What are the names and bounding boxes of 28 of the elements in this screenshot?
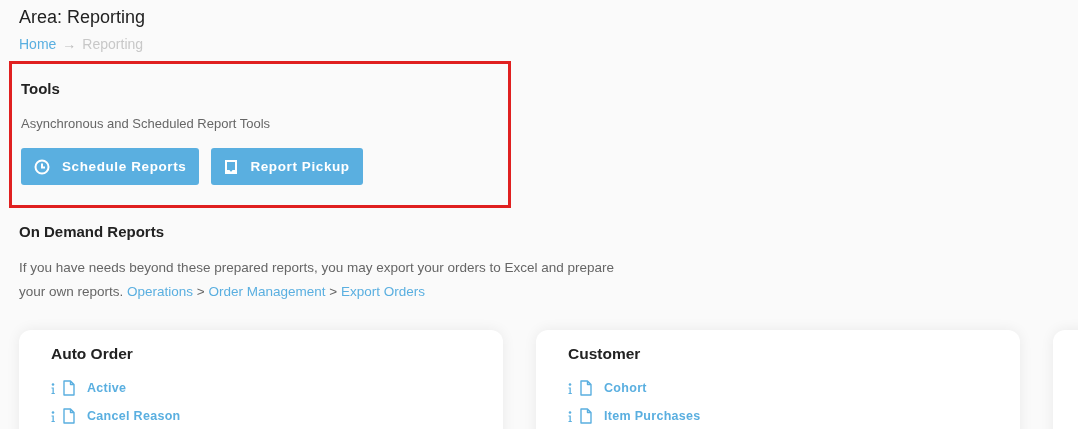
card-title: Auto Order [51, 344, 133, 364]
document-icon [580, 380, 592, 396]
clock-icon [34, 158, 50, 175]
report-link[interactable]: Active [87, 381, 127, 395]
menu-path-link[interactable]: Order Management [208, 284, 326, 299]
schedule-button[interactable]: Schedule Reports [21, 148, 200, 185]
section-heading: On Demand Reports [19, 222, 165, 242]
card-title: Customer [568, 344, 641, 364]
document-icon [63, 380, 75, 396]
report-link[interactable]: Cancel Reason [87, 409, 181, 423]
info-icon[interactable] [568, 410, 572, 422]
document-icon [63, 408, 75, 424]
section-description: Asynchronous and Scheduled Report Tools [21, 116, 271, 131]
inbox-icon [224, 158, 239, 175]
breadcrumb-separator: → [62, 35, 77, 54]
info-icon[interactable] [568, 382, 572, 394]
section-heading: Tools [21, 79, 60, 99]
report-link[interactable]: Cohort [604, 381, 647, 395]
breadcrumb-link[interactable]: Home [19, 34, 57, 54]
menu-path-link[interactable]: Operations [127, 284, 194, 299]
page-title: Area: Reporting [19, 7, 146, 27]
info-icon[interactable] [51, 410, 55, 422]
info-icon[interactable] [51, 382, 55, 394]
section-description: If you have needs beyond these prepared reports, you may export your orders to Excel and prepare your own reports. Operations > Order Management > Export Orders [19, 259, 616, 301]
report-link[interactable]: Item Purchases [604, 409, 701, 423]
menu-path-link[interactable]: Export Orders [340, 284, 425, 299]
pickup-button[interactable]: Report Pickup [211, 148, 363, 185]
document-icon [580, 408, 592, 424]
